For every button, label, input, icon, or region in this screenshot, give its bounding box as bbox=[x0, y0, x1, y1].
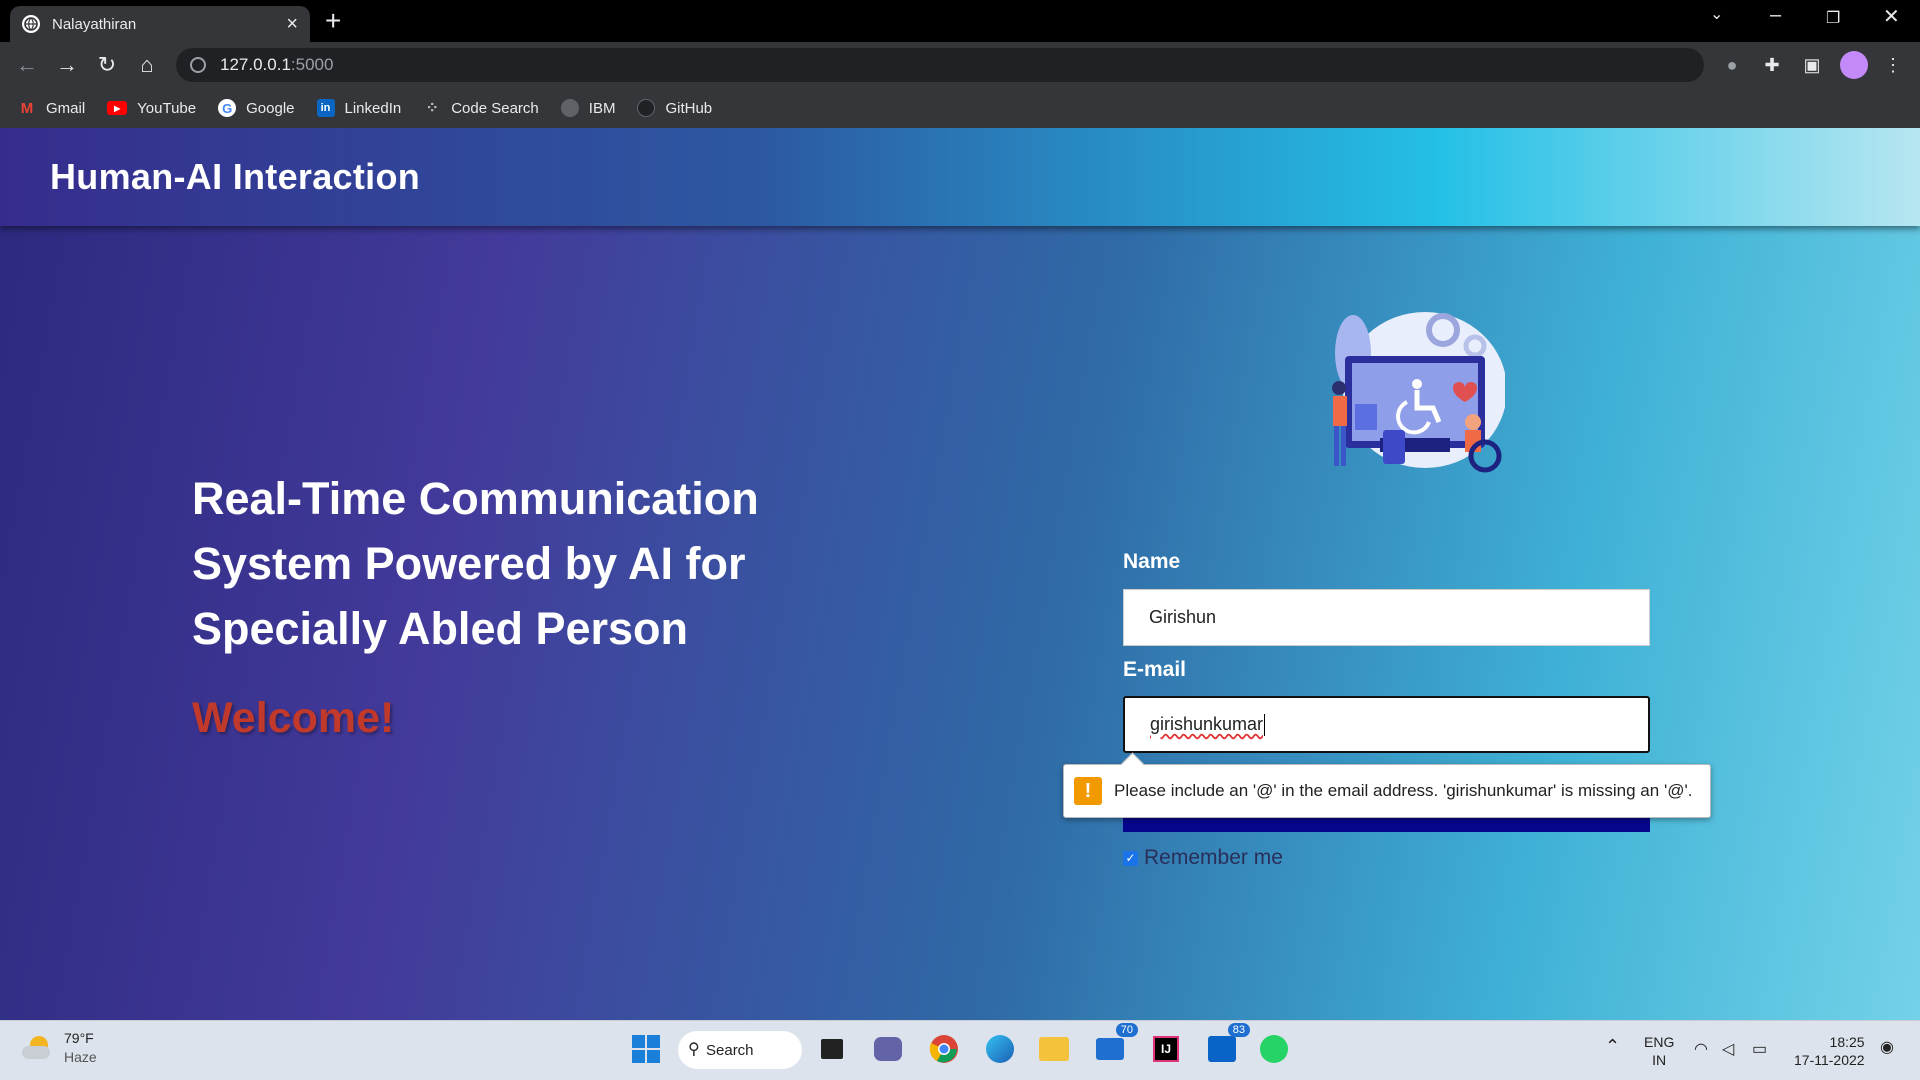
close-window-icon[interactable]: ✕ bbox=[1883, 4, 1900, 29]
globe-icon bbox=[22, 15, 40, 33]
outlook-icon[interactable]: 83 bbox=[1204, 1023, 1250, 1067]
email-input[interactable]: girishunkumar bbox=[1123, 696, 1650, 753]
bookmark-label: Code Search bbox=[451, 99, 539, 117]
browser-toolbar: ← → ↻ ⌂ 127.0.0.1:5000 ● ✚ ▣ ⋮ bbox=[0, 42, 1920, 88]
gmail-icon: M bbox=[20, 99, 34, 117]
intellij-icon[interactable]: IJ bbox=[1148, 1031, 1184, 1067]
reload-icon[interactable]: ↻ bbox=[94, 52, 120, 78]
validation-message: Please include an '@' in the email addre… bbox=[1114, 781, 1693, 800]
forward-icon[interactable]: → bbox=[54, 52, 80, 78]
wifi-icon[interactable]: ◠ bbox=[1694, 1041, 1708, 1059]
remember-checkbox[interactable]: ✓ bbox=[1123, 850, 1138, 866]
profile-avatar[interactable] bbox=[1840, 51, 1868, 79]
remember-label: Remember me bbox=[1144, 846, 1283, 869]
chevron-up-icon[interactable]: ⌃ bbox=[1605, 1037, 1620, 1055]
code-search-icon: ⁘ bbox=[425, 100, 439, 117]
file-explorer-icon[interactable] bbox=[1036, 1031, 1072, 1067]
linkedin-icon: in bbox=[316, 99, 335, 117]
puzzle-icon[interactable]: ✚ bbox=[1760, 53, 1784, 77]
bookmark-ibm[interactable]: IBM bbox=[560, 99, 616, 117]
weather-temp: 79°F bbox=[64, 1030, 94, 1046]
name-label: Name bbox=[1123, 550, 1181, 573]
weather-haze-icon bbox=[22, 1036, 52, 1060]
chrome-icon[interactable] bbox=[926, 1031, 962, 1067]
notification-icon[interactable]: ◉ bbox=[1880, 1039, 1894, 1057]
mail-badge: 70 bbox=[1115, 1023, 1138, 1037]
site-brand[interactable]: Human-AI Interaction bbox=[50, 156, 420, 198]
outlook-badge: 83 bbox=[1227, 1023, 1250, 1037]
name-value: Girishun bbox=[1149, 607, 1217, 627]
google-icon: G bbox=[218, 99, 237, 117]
search-icon: ⚲ bbox=[688, 1041, 700, 1058]
bookmark-label: Gmail bbox=[46, 99, 86, 117]
mail-icon[interactable]: 70 bbox=[1092, 1023, 1138, 1067]
clock-date: 17-11-2022 bbox=[1794, 1052, 1865, 1068]
language-line2: IN bbox=[1652, 1052, 1667, 1068]
url-port: :5000 bbox=[290, 55, 334, 74]
bookmark-label: YouTube bbox=[137, 99, 197, 117]
bookmark-code-search[interactable]: ⁘ Code Search bbox=[423, 99, 539, 118]
battery-icon[interactable]: ▭ bbox=[1752, 1041, 1767, 1059]
extension-icon[interactable]: ● bbox=[1720, 53, 1744, 77]
tab-search-icon[interactable]: ⌄ bbox=[1710, 4, 1723, 24]
bookmark-youtube[interactable]: ▶ YouTube bbox=[107, 100, 196, 117]
bookmark-label: GitHub bbox=[665, 99, 713, 117]
edge-icon[interactable] bbox=[982, 1031, 1018, 1067]
email-value: girishunkumar bbox=[1150, 714, 1264, 734]
remember-me[interactable]: ✓ Remember me bbox=[1123, 846, 1283, 870]
whatsapp-icon[interactable] bbox=[1256, 1031, 1292, 1067]
home-icon[interactable]: ⌂ bbox=[134, 52, 160, 78]
browser-tab-strip: Nalayathiran × + ⌄ – ❐ ✕ bbox=[0, 0, 1920, 42]
task-view-icon[interactable] bbox=[814, 1031, 850, 1067]
url-host: 127.0.0.1 bbox=[220, 55, 291, 74]
language-line1: ENG bbox=[1644, 1034, 1675, 1050]
site-header: Human-AI Interaction bbox=[0, 128, 1920, 226]
language-indicator[interactable]: ENG IN bbox=[1644, 1033, 1674, 1069]
bookmark-linkedin[interactable]: in LinkedIn bbox=[316, 99, 402, 117]
start-icon[interactable] bbox=[628, 1031, 664, 1067]
new-tab-icon[interactable]: + bbox=[325, 6, 341, 36]
bookmark-google[interactable]: G Google bbox=[218, 99, 295, 117]
text-caret bbox=[1264, 713, 1266, 736]
clock[interactable]: 18:25 17-11-2022 bbox=[1794, 1033, 1865, 1069]
restore-icon[interactable]: ❐ bbox=[1826, 8, 1840, 28]
weather-widget[interactable]: 79°F Haze bbox=[22, 1029, 97, 1067]
name-input[interactable]: Girishun bbox=[1123, 589, 1650, 646]
search-label: Search bbox=[706, 1041, 754, 1059]
volume-icon[interactable]: ◁ bbox=[1722, 1041, 1734, 1059]
globe-icon bbox=[560, 99, 579, 117]
teams-chat-icon[interactable] bbox=[870, 1031, 906, 1067]
bookmarks-bar: M Gmail ▶ YouTube G Google in LinkedIn ⁘… bbox=[0, 88, 1920, 128]
weather-desc: Haze bbox=[64, 1049, 97, 1065]
taskbar: 79°F Haze ⚲ Search 70 IJ 83 ⌃ ENG IN ◠ ◁… bbox=[0, 1020, 1920, 1080]
back-icon[interactable]: ← bbox=[14, 52, 40, 78]
youtube-icon: ▶ bbox=[107, 101, 128, 115]
validation-tooltip: ! Please include an '@' in the email add… bbox=[1063, 764, 1711, 818]
site-info-icon[interactable] bbox=[190, 57, 206, 73]
bookmark-label: IBM bbox=[588, 99, 616, 117]
bookmark-label: LinkedIn bbox=[344, 99, 402, 117]
accessibility-illustration bbox=[1332, 312, 1505, 473]
tab-title: Nalayathiran bbox=[52, 15, 137, 33]
bookmark-label: Google bbox=[246, 99, 295, 117]
bookmark-github[interactable]: GitHub bbox=[637, 99, 712, 117]
web-page: Human-AI Interaction Real-Time Communica… bbox=[0, 128, 1920, 1020]
welcome-text: Welcome! bbox=[192, 694, 395, 742]
hero-title: Real-Time Communication System Powered b… bbox=[192, 473, 759, 654]
clock-time: 18:25 bbox=[1829, 1034, 1865, 1050]
menu-icon[interactable]: ⋮ bbox=[1881, 53, 1905, 77]
side-panel-icon[interactable]: ▣ bbox=[1800, 53, 1824, 77]
email-label: E-mail bbox=[1123, 658, 1187, 681]
bookmark-gmail[interactable]: M Gmail bbox=[18, 99, 85, 117]
minimize-icon[interactable]: – bbox=[1770, 4, 1781, 27]
taskbar-search[interactable]: ⚲ Search bbox=[678, 1031, 802, 1069]
browser-tab[interactable]: Nalayathiran × bbox=[10, 6, 310, 42]
close-tab-icon[interactable]: × bbox=[286, 14, 298, 34]
warning-icon: ! bbox=[1074, 777, 1102, 805]
github-icon bbox=[637, 99, 656, 117]
address-bar[interactable]: 127.0.0.1:5000 bbox=[176, 48, 1704, 82]
